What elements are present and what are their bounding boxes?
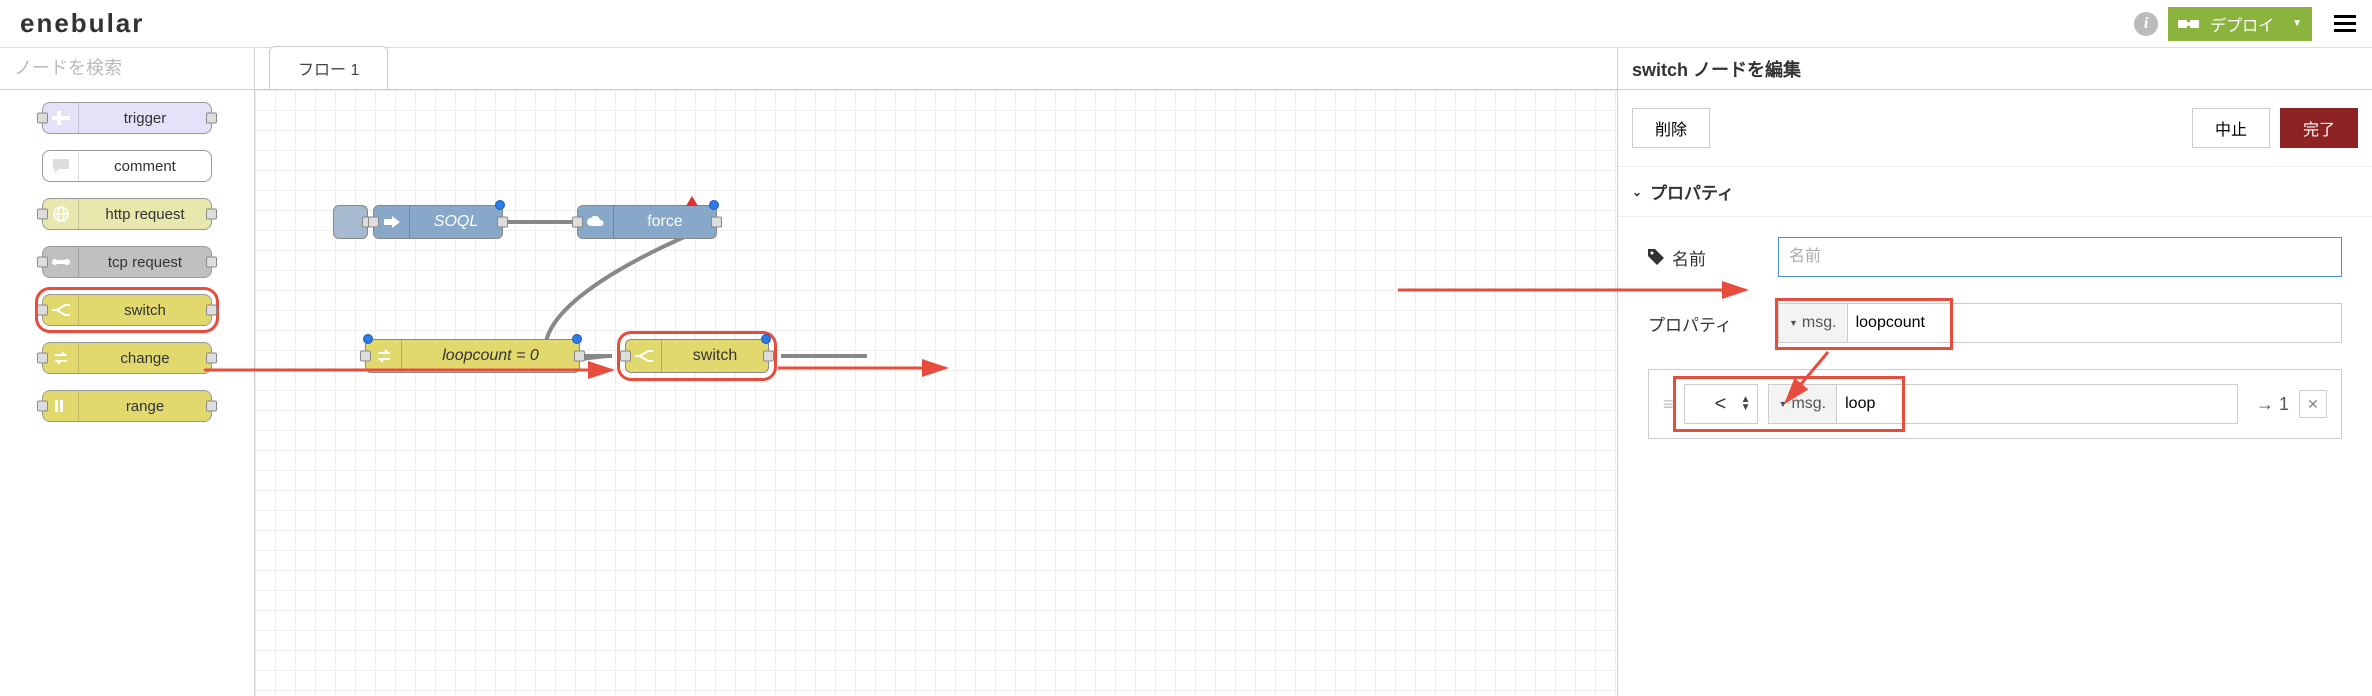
deploy-button[interactable]: デプロイ ▼ (2168, 7, 2312, 41)
cancel-button[interactable]: 中止 (2192, 108, 2270, 148)
remove-rule-button[interactable]: ✕ (2299, 390, 2327, 418)
palette-node-trigger[interactable]: trigger (42, 102, 212, 134)
cloud-icon (578, 206, 614, 238)
swap-icon (366, 340, 402, 372)
msg-prefix-dropdown[interactable]: ▼msg. (1769, 385, 1838, 423)
msg-prefix-dropdown[interactable]: ▼msg. (1779, 304, 1848, 342)
switch-icon (626, 340, 662, 372)
tab-flow-1[interactable]: フロー 1 (269, 46, 388, 89)
name-input[interactable] (1778, 237, 2342, 277)
edit-title: switch ノードを編集 (1632, 56, 1801, 82)
trigger-icon (43, 103, 79, 133)
done-button[interactable]: 完了 (2280, 108, 2358, 148)
wires (255, 90, 1617, 696)
flow-node-loopcount[interactable]: loopcount = 0 (365, 339, 580, 373)
grip-icon[interactable]: ≡ (1663, 394, 1674, 415)
flow-canvas[interactable]: フロー 1 SOQL force (255, 48, 1617, 696)
chevron-down-icon: ▼ (2292, 18, 2302, 29)
palette-node-comment[interactable]: comment (42, 150, 212, 182)
palette-node-tcp-request[interactable]: tcp request (42, 246, 212, 278)
menu-icon[interactable] (2334, 11, 2356, 36)
logo: enebular (20, 8, 144, 39)
palette-sidebar: trigger comment http request tcp request… (0, 48, 255, 696)
operator-select[interactable]: < ▲▼ (1684, 384, 1758, 424)
palette-node-range[interactable]: range (42, 390, 212, 422)
property-input[interactable]: ▼msg. (1778, 303, 2342, 343)
flow-node-force[interactable]: force (577, 205, 717, 239)
palette-node-change[interactable]: change (42, 342, 212, 374)
switch-icon (43, 295, 79, 325)
bridge-icon (43, 247, 79, 277)
comment-icon (43, 151, 79, 181)
flow-node-soql[interactable]: SOQL (373, 205, 503, 239)
rule-row: ≡ < ▲▼ ▼msg. → 1 ✕ (1663, 384, 2327, 424)
palette-node-switch[interactable]: switch (42, 294, 212, 326)
chevron-down-icon: ⌄ (1632, 185, 1642, 199)
section-properties[interactable]: ⌄ プロパティ (1618, 167, 2372, 217)
flow-node-inject[interactable] (333, 205, 368, 239)
tag-icon (1648, 249, 1664, 265)
delete-button[interactable]: 削除 (1632, 108, 1710, 148)
flow-node-switch[interactable]: switch (625, 339, 769, 373)
deploy-icon (2178, 17, 2200, 31)
rule-output: → 1 (2256, 394, 2289, 415)
arrow-icon (374, 206, 410, 238)
rule-value-input[interactable]: ▼msg. (1768, 384, 2238, 424)
swap-icon (43, 343, 79, 373)
search-input[interactable] (14, 58, 246, 79)
info-icon[interactable]: i (2134, 12, 2158, 36)
edit-panel: switch ノードを編集 削除 中止 完了 ⌄ プロパティ 名前 プロパティ (1617, 48, 2372, 696)
globe-icon (43, 199, 79, 229)
palette-node-http-request[interactable]: http request (42, 198, 212, 230)
range-icon (43, 391, 79, 421)
